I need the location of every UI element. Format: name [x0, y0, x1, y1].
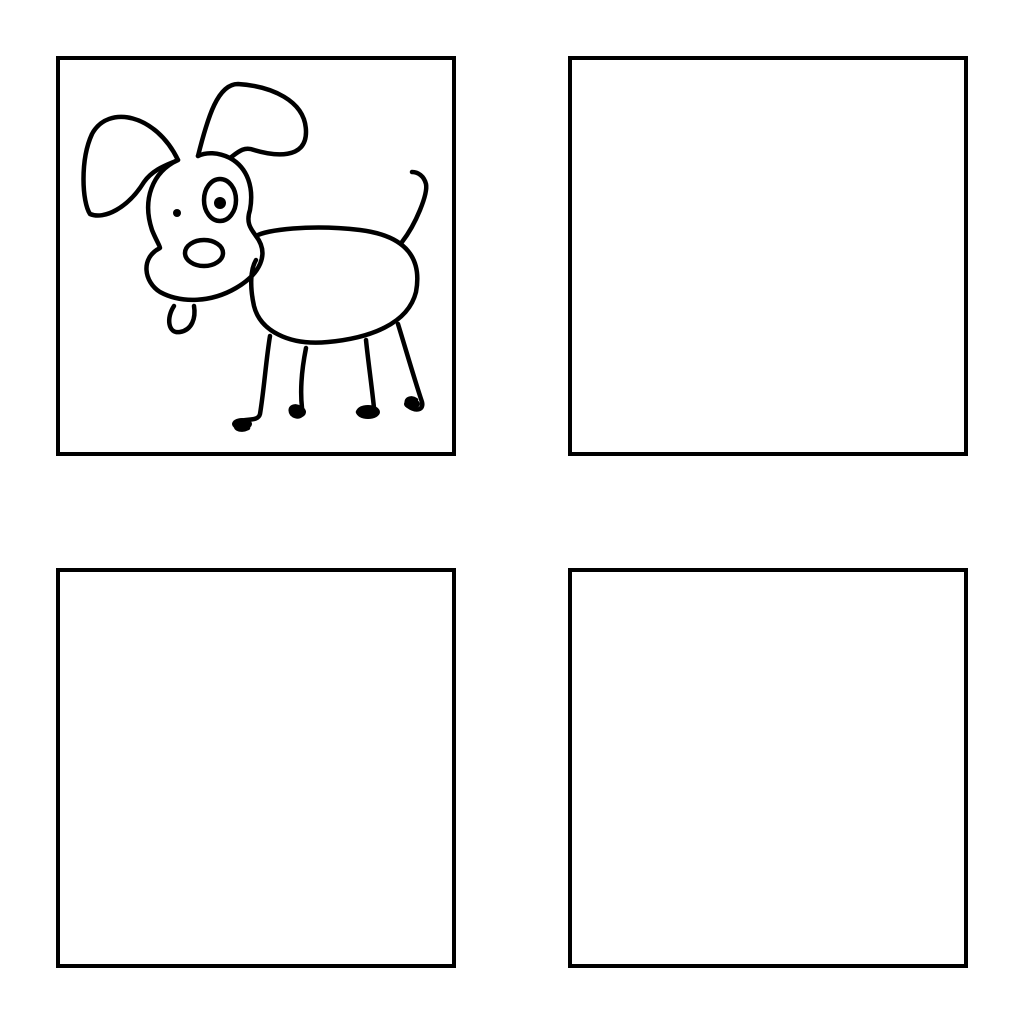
panel-empty-top-right: [568, 56, 968, 456]
dog-head: [144, 151, 265, 303]
dog-foot-4: [404, 399, 420, 409]
dog-foot-1: [232, 418, 252, 430]
dog-body: [249, 225, 420, 345]
dog-left-ear: [81, 114, 181, 218]
dog-leg-back-right: [395, 321, 425, 412]
panel-empty-bottom-left: [56, 568, 456, 968]
dog-nose: [182, 237, 226, 269]
dog-tongue: [166, 303, 197, 335]
dog-pupil: [214, 197, 226, 209]
dog-foot-2: [290, 406, 306, 418]
dog-small-eye: [173, 209, 181, 217]
dog-leg-back-left: [355, 337, 377, 417]
panel-dog-drawing: [56, 56, 456, 456]
panel-empty-bottom-right: [568, 568, 968, 968]
dog-leg-front-left: [233, 333, 273, 432]
dog-foot-3: [356, 405, 380, 419]
dog-right-ear: [195, 81, 309, 161]
dog-tail: [399, 169, 429, 245]
dog-illustration: [81, 81, 429, 432]
